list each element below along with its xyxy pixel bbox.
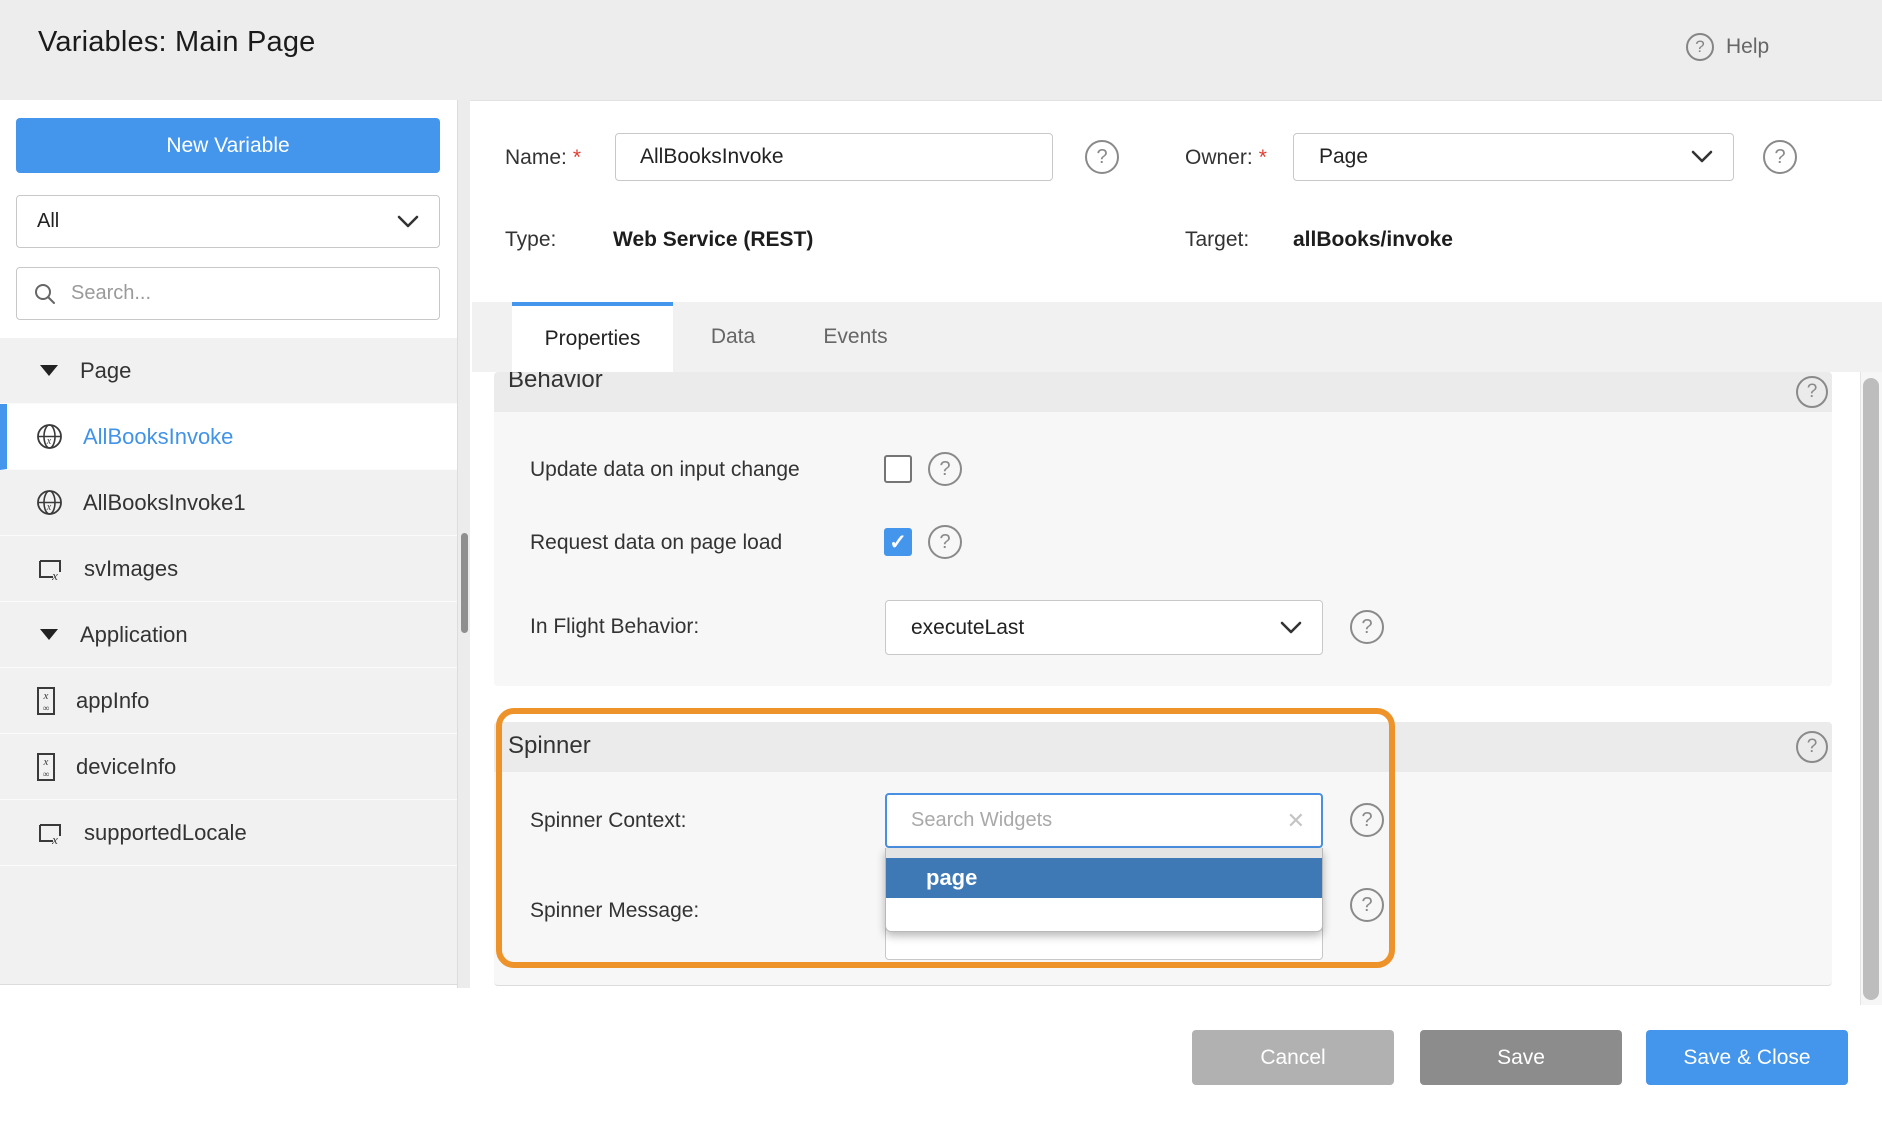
tree-item-label: AllBooksInvoke1	[83, 490, 246, 516]
in-flight-behavior-help-icon[interactable]: ?	[1350, 610, 1384, 644]
help-label: Help	[1726, 35, 1769, 59]
tree-item-supportedlocale[interactable]: x supportedLocale	[0, 800, 457, 866]
chevron-down-icon	[1280, 621, 1302, 635]
variables-tree: Page x AllBooksInvoke x AllBooksInvoke1 …	[0, 338, 457, 985]
behavior-section-title: Behavior	[508, 372, 603, 394]
tree-item-allbooksinvoke1[interactable]: x AllBooksInvoke1	[0, 470, 457, 536]
web-service-variable-icon: x	[36, 423, 63, 450]
tree-item-allbooksinvoke[interactable]: x AllBooksInvoke	[0, 404, 457, 470]
tree-group-label: Application	[80, 622, 188, 648]
spinner-section-header: Spinner	[494, 722, 1832, 772]
in-flight-behavior-label: In Flight Behavior:	[530, 615, 699, 639]
tree-item-deviceinfo[interactable]: x∞ deviceInfo	[0, 734, 457, 800]
svg-text:x: x	[51, 832, 58, 847]
behavior-section-help-icon[interactable]: ?	[1796, 376, 1828, 408]
target-value: allBooks/invoke	[1293, 228, 1453, 252]
web-service-variable-icon: x	[36, 489, 63, 516]
main-scrollbar-thumb[interactable]	[1863, 378, 1879, 1000]
name-help-icon[interactable]: ?	[1085, 140, 1119, 174]
tree-group-label: Page	[80, 358, 131, 384]
svg-text:∞: ∞	[43, 703, 49, 713]
in-flight-behavior-value: executeLast	[911, 616, 1024, 640]
svg-text:x: x	[46, 436, 52, 447]
tree-item-label: AllBooksInvoke	[83, 424, 233, 450]
spinner-context-search-input[interactable]	[909, 808, 1287, 833]
svg-text:x: x	[51, 568, 58, 583]
behavior-section-header: Behavior	[494, 372, 1832, 412]
spinner-context-combobox[interactable]: ✕	[885, 793, 1323, 848]
spinner-section-help-icon[interactable]: ?	[1796, 731, 1828, 763]
spinner-context-label: Spinner Context:	[530, 809, 686, 833]
tab-data[interactable]: Data	[673, 302, 793, 372]
type-value: Web Service (REST)	[613, 228, 813, 252]
static-variable-icon: x	[36, 555, 64, 583]
type-label: Type:	[505, 228, 556, 252]
in-flight-behavior-select[interactable]: executeLast	[885, 600, 1323, 655]
new-variable-button[interactable]: New Variable	[16, 118, 440, 173]
svg-text:∞: ∞	[43, 769, 49, 779]
model-variable-icon: x∞	[36, 752, 56, 782]
tree-group-application[interactable]: Application	[0, 602, 457, 668]
sidebar-search-input[interactable]	[69, 281, 423, 306]
tree-item-label: svImages	[84, 556, 178, 582]
svg-text:x: x	[46, 502, 52, 513]
request-on-page-load-checkbox[interactable]: ✓	[884, 528, 912, 556]
variable-filter-value: All	[37, 210, 59, 233]
model-variable-icon: x∞	[36, 686, 56, 716]
dropdown-empty-option[interactable]	[886, 848, 1322, 858]
svg-text:x: x	[43, 756, 49, 768]
spinner-section-title: Spinner	[508, 732, 591, 760]
spinner-message-help-icon[interactable]: ?	[1350, 888, 1384, 922]
update-on-input-change-help-icon[interactable]: ?	[928, 452, 962, 486]
owner-select[interactable]: Page	[1293, 133, 1734, 181]
collapse-triangle-icon[interactable]	[40, 629, 58, 640]
variables-sidebar: New Variable All Page x AllBooksInvoke x…	[0, 100, 457, 988]
name-input[interactable]	[615, 133, 1053, 181]
tab-properties[interactable]: Properties	[512, 302, 673, 372]
search-icon	[33, 282, 57, 306]
help-link[interactable]: ? Help	[1686, 33, 1769, 61]
collapse-triangle-icon[interactable]	[40, 365, 58, 376]
owner-label: Owner:*	[1185, 146, 1267, 170]
svg-text:x: x	[43, 690, 49, 702]
owner-help-icon[interactable]: ?	[1763, 140, 1797, 174]
clear-icon[interactable]: ✕	[1287, 810, 1305, 832]
page-title: Variables: Main Page	[38, 26, 316, 59]
spinner-context-help-icon[interactable]: ?	[1350, 803, 1384, 837]
tree-item-label: appInfo	[76, 688, 149, 714]
target-label: Target:	[1185, 228, 1249, 252]
tab-strip: Properties Data Events	[472, 302, 1882, 372]
required-asterisk: *	[1259, 146, 1267, 169]
check-icon: ✓	[889, 530, 907, 555]
sidebar-scrollbar-thumb[interactable]	[461, 533, 468, 633]
tree-item-svimages[interactable]: x svImages	[0, 536, 457, 602]
chevron-down-icon	[1691, 150, 1713, 164]
required-asterisk: *	[573, 146, 581, 169]
spinner-context-dropdown: page	[885, 848, 1323, 932]
tree-item-label: supportedLocale	[84, 820, 247, 846]
update-on-input-change-label: Update data on input change	[530, 458, 800, 482]
tree-group-page[interactable]: Page	[0, 338, 457, 404]
tab-events[interactable]: Events	[793, 302, 918, 372]
name-label: Name:*	[505, 146, 581, 170]
cancel-button[interactable]: Cancel	[1192, 1030, 1394, 1085]
request-on-page-load-help-icon[interactable]: ?	[928, 525, 962, 559]
variable-filter-select[interactable]: All	[16, 195, 440, 248]
chevron-down-icon	[397, 215, 419, 229]
save-close-button[interactable]: Save & Close	[1646, 1030, 1848, 1085]
spinner-message-label: Spinner Message:	[530, 899, 699, 923]
update-on-input-change-checkbox[interactable]	[884, 455, 912, 483]
dropdown-option-page[interactable]: page	[886, 858, 1322, 898]
static-variable-icon: x	[36, 819, 64, 847]
help-icon: ?	[1686, 33, 1714, 61]
request-on-page-load-label: Request data on page load	[530, 531, 782, 555]
tree-item-appinfo[interactable]: x∞ appInfo	[0, 668, 457, 734]
sidebar-search-box[interactable]	[16, 267, 440, 320]
owner-select-value: Page	[1319, 145, 1368, 169]
tree-item-label: deviceInfo	[76, 754, 176, 780]
save-button[interactable]: Save	[1420, 1030, 1622, 1085]
